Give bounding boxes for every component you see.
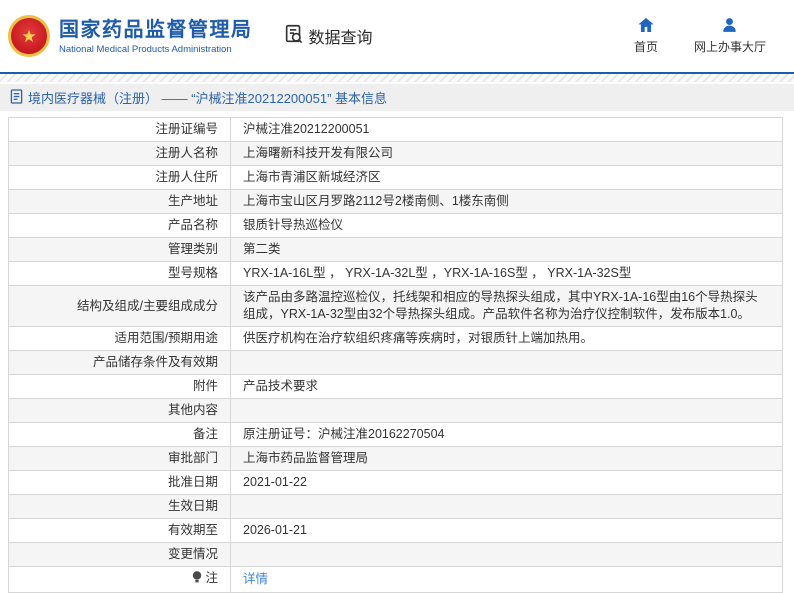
page-title: 境内医疗器械（注册） —— “沪械注准20212200051” 基本信息 — [28, 91, 388, 106]
row-label: 型号规格 — [8, 261, 231, 286]
table-row: 审批部门 上海市药品监督管理局 — [8, 446, 783, 471]
row-value: 上海市青浦区新城经济区 — [230, 165, 783, 190]
row-value: 第二类 — [230, 237, 783, 262]
table-row: 产品名称 银质针导热巡检仪 — [8, 213, 783, 238]
row-label: 注册人名称 — [8, 141, 231, 166]
table-row: 注册人名称 上海曙新科技开发有限公司 — [8, 141, 783, 166]
national-emblem-logo: ★ — [8, 15, 50, 57]
table-row: 型号规格 YRX-1A-16L型 ， YRX-1A-32L型 ，YRX-1A-16… — [8, 261, 783, 286]
nav-service-hall[interactable]: 网上办事大厅 — [693, 17, 766, 55]
row-label: 审批部门 — [8, 446, 231, 471]
nav-home[interactable]: 首页 — [633, 17, 658, 55]
row-label: 生产地址 — [8, 189, 231, 214]
row-label: 注册证编号 — [8, 117, 231, 142]
data-query-entry[interactable]: 数据查询 — [283, 23, 373, 50]
row-value: 供医疗机构在治疗软组织疼痛等疾病时，对银质针上端加热用。 — [230, 326, 783, 351]
table-row: 批准日期 2021-01-22 — [8, 470, 783, 495]
row-label: 管理类别 — [8, 237, 231, 262]
row-label: 产品名称 — [8, 213, 231, 238]
table-row: 生效日期 — [8, 494, 783, 519]
row-label: 其他内容 — [8, 398, 231, 423]
row-value: 详情 — [230, 566, 783, 593]
row-label: 变更情况 — [8, 542, 231, 567]
table-row: 适用范围/预期用途 供医疗机构在治疗软组织疼痛等疾病时，对银质针上端加热用。 — [8, 326, 783, 351]
table-row: 其他内容 — [8, 398, 783, 423]
row-label: 附件 — [8, 374, 231, 399]
breadcrumb: 境内医疗器械（注册） —— “沪械注准20212200051” 基本信息 — [0, 84, 794, 111]
header-nav: 首页 网上办事大厅 — [633, 17, 776, 55]
row-label: 注册人住所 — [8, 165, 231, 190]
data-query-icon — [283, 23, 305, 50]
row-label: 生效日期 — [8, 494, 231, 519]
lightbulb-icon — [192, 571, 202, 589]
row-label: 注 — [8, 566, 231, 593]
site-header: ★ 国家药品监督管理局 National Medical Products Ad… — [0, 0, 794, 72]
document-icon — [10, 88, 23, 107]
brand-text: 国家药品监督管理局 National Medical Products Admi… — [59, 18, 253, 55]
row-value: 2026-01-21 — [230, 518, 783, 543]
row-value: 银质针导热巡检仪 — [230, 213, 783, 238]
row-value — [230, 398, 783, 423]
table-row: 变更情况 — [8, 542, 783, 567]
decor-stripe-band — [0, 74, 794, 84]
row-value: 原注册证号：沪械注准20162270504 — [230, 422, 783, 447]
row-value: 该产品由多路温控巡检仪，托线架和相应的导热探头组成，其中YRX-1A-16型由1… — [230, 285, 783, 327]
home-icon — [638, 17, 654, 35]
table-row: 注册证编号 沪械注准20212200051 — [8, 117, 783, 142]
table-row: 生产地址 上海市宝山区月罗路2112号2楼南侧、1楼东南侧 — [8, 189, 783, 214]
row-value: 沪械注准20212200051 — [230, 117, 783, 142]
table-row: 产品储存条件及有效期 — [8, 350, 783, 375]
table-row: 管理类别 第二类 — [8, 237, 783, 262]
nav-service-hall-label: 网上办事大厅 — [693, 39, 766, 54]
row-label: 有效期至 — [8, 518, 231, 543]
brand-title: 国家药品监督管理局 — [59, 18, 253, 41]
row-value: 上海市药品监督管理局 — [230, 446, 783, 471]
row-label: 产品储存条件及有效期 — [8, 350, 231, 375]
table-row: 注详情 — [8, 566, 783, 593]
table-row: 附件 产品技术要求 — [8, 374, 783, 399]
row-value: 上海市宝山区月罗路2112号2楼南侧、1楼东南侧 — [230, 189, 783, 214]
row-value: 2021-01-22 — [230, 470, 783, 495]
table-row: 有效期至 2026-01-21 — [8, 518, 783, 543]
row-value — [230, 542, 783, 567]
user-icon — [722, 17, 737, 35]
table-row: 备注 原注册证号：沪械注准20162270504 — [8, 422, 783, 447]
row-label: 备注 — [8, 422, 231, 447]
nav-home-label: 首页 — [633, 39, 658, 54]
brand-subtitle: National Medical Products Administration — [59, 43, 232, 55]
table-row: 注册人住所 上海市青浦区新城经济区 — [8, 165, 783, 190]
table-row: 结构及组成/主要组成成分 该产品由多路温控巡检仪，托线架和相应的导热探头组成，其中… — [8, 285, 783, 327]
row-label: 适用范围/预期用途 — [8, 326, 231, 351]
row-value: 上海曙新科技开发有限公司 — [230, 141, 783, 166]
registration-info-table: 注册证编号 沪械注准20212200051 注册人名称 上海曙新科技开发有限公司 注册人… — [8, 117, 783, 593]
row-value: 产品技术要求 — [230, 374, 783, 399]
row-label: 结构及组成/主要组成成分 — [8, 285, 231, 327]
row-value — [230, 350, 783, 375]
brand[interactable]: ★ 国家药品监督管理局 National Medical Products Ad… — [8, 15, 253, 57]
row-value — [230, 494, 783, 519]
row-value: YRX-1A-16L型 ， YRX-1A-32L型 ，YRX-1A-16S型 ，… — [230, 261, 783, 286]
data-query-label: 数据查询 — [308, 30, 373, 47]
detail-link[interactable]: 详情 — [243, 572, 268, 586]
row-label: 批准日期 — [8, 470, 231, 495]
